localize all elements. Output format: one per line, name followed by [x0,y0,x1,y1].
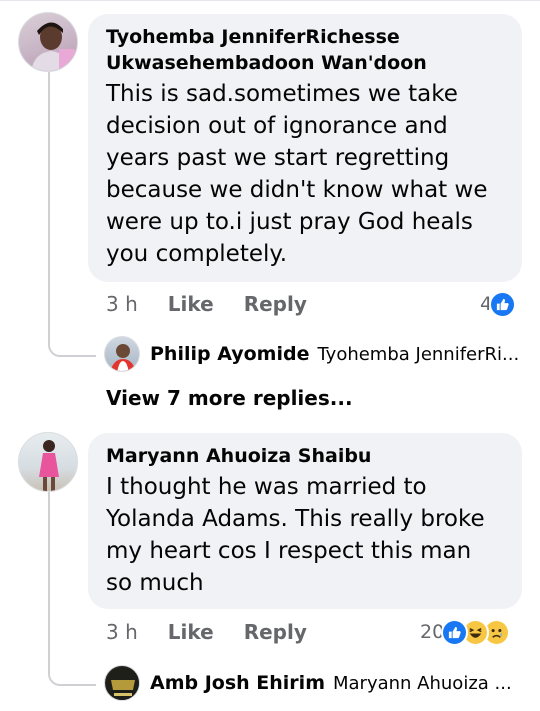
timestamp[interactable]: 3 h [106,620,138,644]
comment-text: I thought he was married to Yolanda Adam… [106,471,504,599]
avatar[interactable] [104,665,140,701]
like-icon [489,290,517,318]
author-line-1: Tyohemba JenniferRichesse [106,26,400,48]
reply-text: Maryann Ahuoiza ... [333,672,512,694]
reply-author[interactable]: Amb Josh Ehirim [150,672,325,694]
avatar[interactable] [18,432,78,492]
view-more-replies-link[interactable]: View 7 more replies... [106,386,353,410]
avatar-portrait [31,22,75,71]
comment-author[interactable]: Maryann Ahuoiza Shaibu [106,443,504,469]
timestamp[interactable]: 3 h [106,292,138,316]
reply-author[interactable]: Philip Ayomide [150,343,309,365]
comment-text-line: so much [106,570,204,596]
reaction-summary[interactable]: 4 [480,290,517,318]
reply-branch-line [48,335,96,357]
reply-button[interactable]: Reply [244,620,307,644]
like-icon [441,618,469,646]
reply-button[interactable]: Reply [244,292,307,316]
avatar-portrait [106,667,139,700]
author-line-2: Ukwasehembadoon Wan'doon [106,52,427,74]
thread-line [48,72,50,342]
comment-text-line: years past we start regretting [106,145,450,171]
reply-text: Tyohemba JenniferRi... [317,343,520,365]
comment-bubble[interactable]: Maryann Ahuoiza Shaibu I thought he was … [88,433,522,609]
comment-actions: 3 h Like Reply [106,290,337,318]
comment-text-line: This is sad.sometimes we take [106,81,458,107]
comment-author[interactable]: Tyohemba JenniferRichesse Ukwasehembadoo… [106,24,504,76]
comment-text-line: were up to.i just pray God heals [106,209,473,235]
thread-line [48,492,50,668]
comment-text-line: I thought he was married to [106,474,427,500]
comment-text-line: Yolanda Adams. This really broke [106,506,485,532]
like-button[interactable]: Like [168,292,214,316]
comment-actions: 3 h Like Reply [106,618,337,646]
comment-text: This is sad.sometimes we take decision o… [106,78,504,270]
reaction-summary[interactable]: 20 [420,618,511,646]
reply-branch-line [48,664,96,686]
avatar-portrait [110,344,136,371]
comment-text-line: my heart cos I respect this man [106,538,472,564]
reply-preview[interactable]: Philip Ayomide Tyohemba JenniferRi... [104,336,519,372]
avatar[interactable] [18,12,78,72]
avatar-portrait [39,440,59,491]
comment-bubble[interactable]: Tyohemba JenniferRichesse Ukwasehembadoo… [88,14,522,282]
reply-preview[interactable]: Amb Josh Ehirim Maryann Ahuoiza ... [104,665,512,701]
top-divider [0,0,540,1]
like-button[interactable]: Like [168,620,214,644]
author-line-1: Maryann Ahuoiza Shaibu [106,445,372,467]
comment-text-line: because we didn't know what we [106,177,488,203]
comment-text-line: you completely. [106,241,288,267]
avatar[interactable] [104,336,140,372]
comment-text-line: decision out of ignorance and [106,113,448,139]
